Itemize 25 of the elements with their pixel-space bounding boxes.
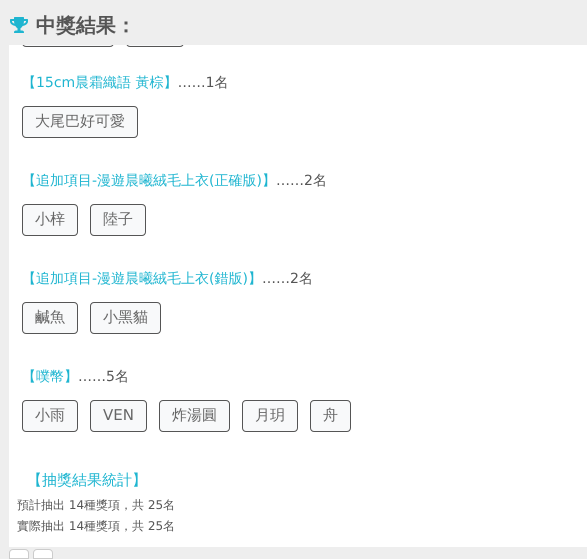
winner-count: ……2名 [262, 270, 313, 289]
prize-name: 【追加項目-漫遊晨曦絨毛上衣(正確版)】 [22, 172, 276, 191]
summary-title: 【抽獎結果統計】 [27, 470, 148, 491]
summary-line: 實際抽出 14種獎項，共 25名 [17, 518, 176, 536]
cut-off-button[interactable] [33, 549, 53, 559]
winner-count: ……2名 [276, 172, 327, 191]
winner-tag: 小黑貓 [90, 302, 161, 334]
winner-tag: 月玥 [242, 400, 298, 432]
winner-tag: VEN [90, 400, 147, 432]
prize-name: 【15cm晨霜織語 黃棕】 [22, 74, 178, 93]
winner-tag: 炸湯圓 [158, 400, 230, 432]
trophy-icon [10, 16, 28, 34]
winner-tag: 小雨 [22, 400, 78, 432]
winner-count: ……1名 [178, 74, 229, 93]
winner-count: ……5名 [78, 368, 129, 387]
prize-name: 【追加項目-漫遊晨曦絨毛上衣(錯版)】 [22, 270, 262, 289]
summary-line: 預計抽出 14種獎項，共 25名 [17, 497, 176, 514]
page-title: 中獎結果： [36, 12, 136, 40]
winner-tag: 大尾巴好可愛 [22, 106, 138, 138]
prize-name: 【噗幣】 [22, 368, 78, 387]
cut-off-button[interactable] [9, 549, 29, 559]
winner-tag: 鹹魚 [22, 302, 78, 334]
winner-tag: 小梓 [22, 204, 78, 236]
winner-tag: 陸子 [90, 204, 146, 236]
winner-tag: 舟 [310, 400, 351, 432]
